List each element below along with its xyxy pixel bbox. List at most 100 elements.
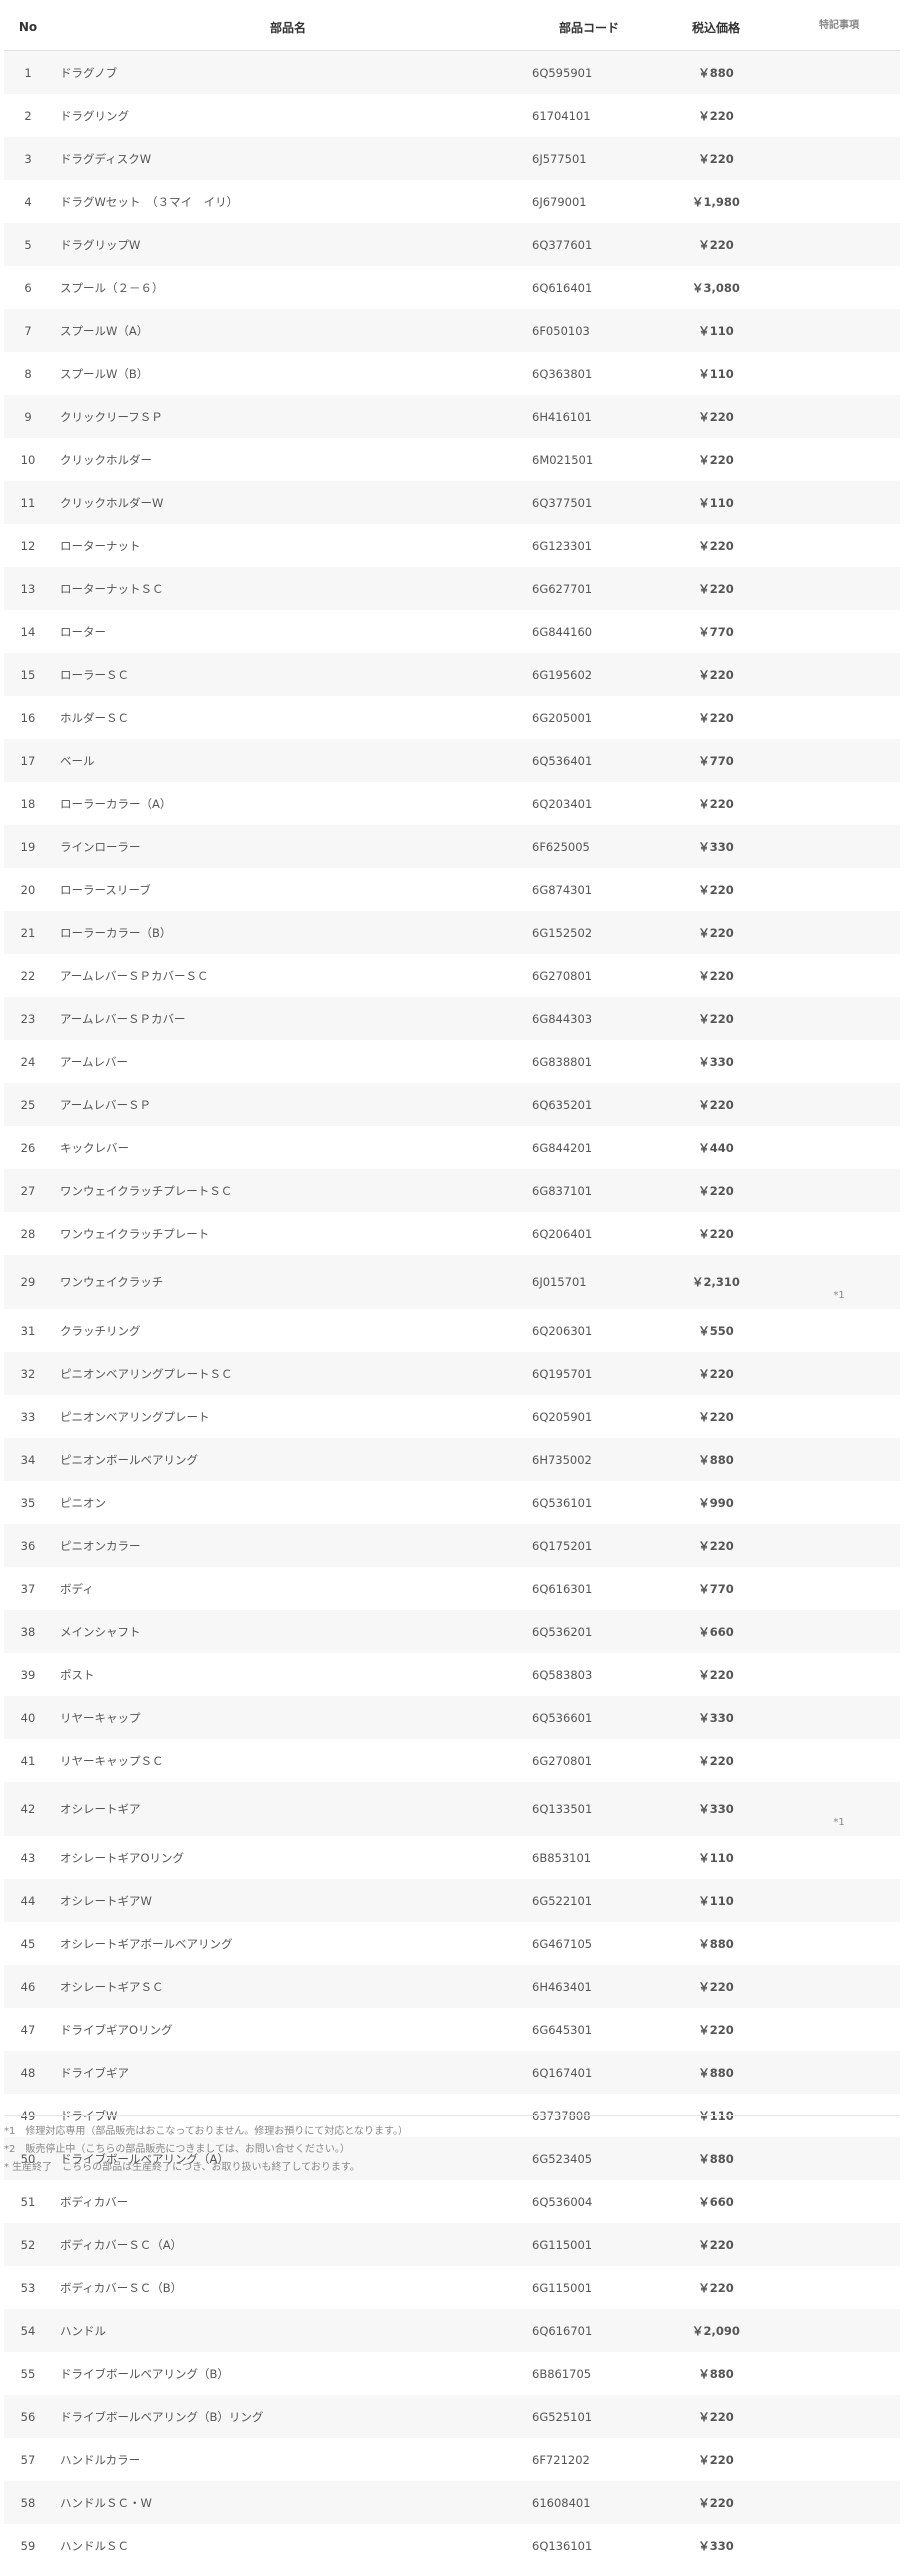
cell-price: ￥220 bbox=[654, 997, 778, 1040]
cell-note bbox=[778, 524, 900, 567]
cell-part-name: クラッチリング bbox=[52, 1309, 524, 1352]
cell-price: ￥220 bbox=[654, 567, 778, 610]
cell-note bbox=[778, 1524, 900, 1567]
cell-note bbox=[778, 1126, 900, 1169]
table-row: 59ハンドルＳＣ6Q136101￥330 bbox=[4, 2524, 900, 2567]
cell-no: 17 bbox=[4, 739, 52, 782]
cell-part-code: 6Q167401 bbox=[524, 2051, 654, 2094]
cell-price: ￥110 bbox=[654, 1879, 778, 1922]
cell-no: 20 bbox=[4, 868, 52, 911]
cell-no: 29 bbox=[4, 1255, 52, 1309]
cell-no: 11 bbox=[4, 481, 52, 524]
cell-no: 4 bbox=[4, 180, 52, 223]
cell-price: ￥330 bbox=[654, 825, 778, 868]
cell-price: ￥220 bbox=[654, 653, 778, 696]
cell-no: 46 bbox=[4, 1965, 52, 2008]
footnote-repair-only: *1 修理対応専用（部品販売はおこなっておりません。修理お預りにて対応となります… bbox=[4, 2124, 900, 2139]
cell-part-code: 6G270801 bbox=[524, 954, 654, 997]
cell-no: 23 bbox=[4, 997, 52, 1040]
cell-note bbox=[778, 739, 900, 782]
cell-note bbox=[778, 223, 900, 266]
cell-no: 44 bbox=[4, 1879, 52, 1922]
cell-part-code: 6B853101 bbox=[524, 1836, 654, 1879]
table-row: 21ローラーカラー（B）6G152502￥220 bbox=[4, 911, 900, 954]
cell-part-name: アームレバーＳＰカバーＳＣ bbox=[52, 954, 524, 997]
cell-no: 14 bbox=[4, 610, 52, 653]
cell-note bbox=[778, 954, 900, 997]
cell-part-name: ピニオン bbox=[52, 1481, 524, 1524]
cell-part-code: 6G270801 bbox=[524, 1739, 654, 1782]
cell-part-name: ローターナットＳＣ bbox=[52, 567, 524, 610]
table-row: 26キックレバー6G844201￥440 bbox=[4, 1126, 900, 1169]
cell-part-name: ハンドルＳＣ bbox=[52, 2524, 524, 2567]
cell-part-code: 6Q206301 bbox=[524, 1309, 654, 1352]
cell-no: 24 bbox=[4, 1040, 52, 1083]
cell-part-name: オシレートギアOリング bbox=[52, 1836, 524, 1879]
cell-price: ￥220 bbox=[654, 1653, 778, 1696]
cell-no: 36 bbox=[4, 1524, 52, 1567]
cell-note bbox=[778, 352, 900, 395]
cell-no: 1 bbox=[4, 51, 52, 95]
cell-note bbox=[778, 1481, 900, 1524]
parts-table: No 部品名 部品コード 税込価格 特記事項 1ドラグノブ6Q595901￥88… bbox=[4, 4, 900, 2567]
cell-part-name: スプール（２－６） bbox=[52, 266, 524, 309]
cell-part-code: 6H463401 bbox=[524, 1965, 654, 2008]
cell-price: ￥660 bbox=[654, 2180, 778, 2223]
cell-part-code: 6G837101 bbox=[524, 1169, 654, 1212]
cell-part-name: オシレートギアW bbox=[52, 1879, 524, 1922]
cell-price: ￥220 bbox=[654, 1739, 778, 1782]
cell-note bbox=[778, 610, 900, 653]
table-row: 37ボディ6Q616301￥770 bbox=[4, 1567, 900, 1610]
cell-price: ￥220 bbox=[654, 1965, 778, 2008]
cell-no: 53 bbox=[4, 2266, 52, 2309]
cell-price: ￥220 bbox=[654, 395, 778, 438]
cell-no: 40 bbox=[4, 1696, 52, 1739]
cell-part-name: スプールW（B） bbox=[52, 352, 524, 395]
table-row: 13ローターナットＳＣ6G627701￥220 bbox=[4, 567, 900, 610]
table-row: 54ハンドル6Q616701￥2,090 bbox=[4, 2309, 900, 2352]
table-row: 3ドラグディスクW6J577501￥220 bbox=[4, 137, 900, 180]
cell-price: ￥220 bbox=[654, 2395, 778, 2438]
table-row: 47ドライブギアOリング6G645301￥220 bbox=[4, 2008, 900, 2051]
cell-part-name: ドラグノブ bbox=[52, 51, 524, 95]
column-header-price: 税込価格 bbox=[654, 4, 778, 51]
table-row: 36ピニオンカラー6Q175201￥220 bbox=[4, 1524, 900, 1567]
cell-part-code: 6Q536004 bbox=[524, 2180, 654, 2223]
parts-table-body: 1ドラグノブ6Q595901￥8802ドラグリング61704101￥2203ドラ… bbox=[4, 51, 900, 2567]
cell-price: ￥330 bbox=[654, 1040, 778, 1083]
cell-price: ￥660 bbox=[654, 1610, 778, 1653]
cell-part-code: 6Q136101 bbox=[524, 2524, 654, 2567]
cell-note: *1 bbox=[778, 1255, 900, 1309]
table-row: 20ローラースリーブ6G874301￥220 bbox=[4, 868, 900, 911]
cell-part-code: 6Q536201 bbox=[524, 1610, 654, 1653]
cell-part-code: 6G525101 bbox=[524, 2395, 654, 2438]
table-row: 11クリックホルダーW6Q377501￥110 bbox=[4, 481, 900, 524]
cell-price: ￥990 bbox=[654, 1481, 778, 1524]
cell-part-code: 6F625005 bbox=[524, 825, 654, 868]
cell-part-code: 61608401 bbox=[524, 2481, 654, 2524]
cell-note bbox=[778, 911, 900, 954]
cell-no: 41 bbox=[4, 1739, 52, 1782]
cell-part-code: 6Q616301 bbox=[524, 1567, 654, 1610]
table-row: 55ドライブボールベアリング（B）6B861705￥880 bbox=[4, 2352, 900, 2395]
cell-part-code: 6F721202 bbox=[524, 2438, 654, 2481]
cell-price: ￥220 bbox=[654, 94, 778, 137]
cell-no: 28 bbox=[4, 1212, 52, 1255]
cell-no: 59 bbox=[4, 2524, 52, 2567]
table-row: 44オシレートギアW6G522101￥110 bbox=[4, 1879, 900, 1922]
cell-note bbox=[778, 2438, 900, 2481]
cell-price: ￥2,090 bbox=[654, 2309, 778, 2352]
cell-price: ￥220 bbox=[654, 1083, 778, 1126]
cell-part-name: ドライブボールベアリング（B） bbox=[52, 2352, 524, 2395]
cell-part-name: ドラグWセット （３マイ イリ） bbox=[52, 180, 524, 223]
cell-part-code: 6G844160 bbox=[524, 610, 654, 653]
table-row: 48ドライブギア6Q167401￥880 bbox=[4, 2051, 900, 2094]
cell-part-code: 6G838801 bbox=[524, 1040, 654, 1083]
table-row: 17ベール6Q536401￥770 bbox=[4, 739, 900, 782]
cell-price: ￥220 bbox=[654, 223, 778, 266]
cell-part-name: ピニオンカラー bbox=[52, 1524, 524, 1567]
cell-no: 15 bbox=[4, 653, 52, 696]
table-row: 43オシレートギアOリング6B853101￥110 bbox=[4, 1836, 900, 1879]
cell-no: 58 bbox=[4, 2481, 52, 2524]
cell-part-name: ローラーＳＣ bbox=[52, 653, 524, 696]
